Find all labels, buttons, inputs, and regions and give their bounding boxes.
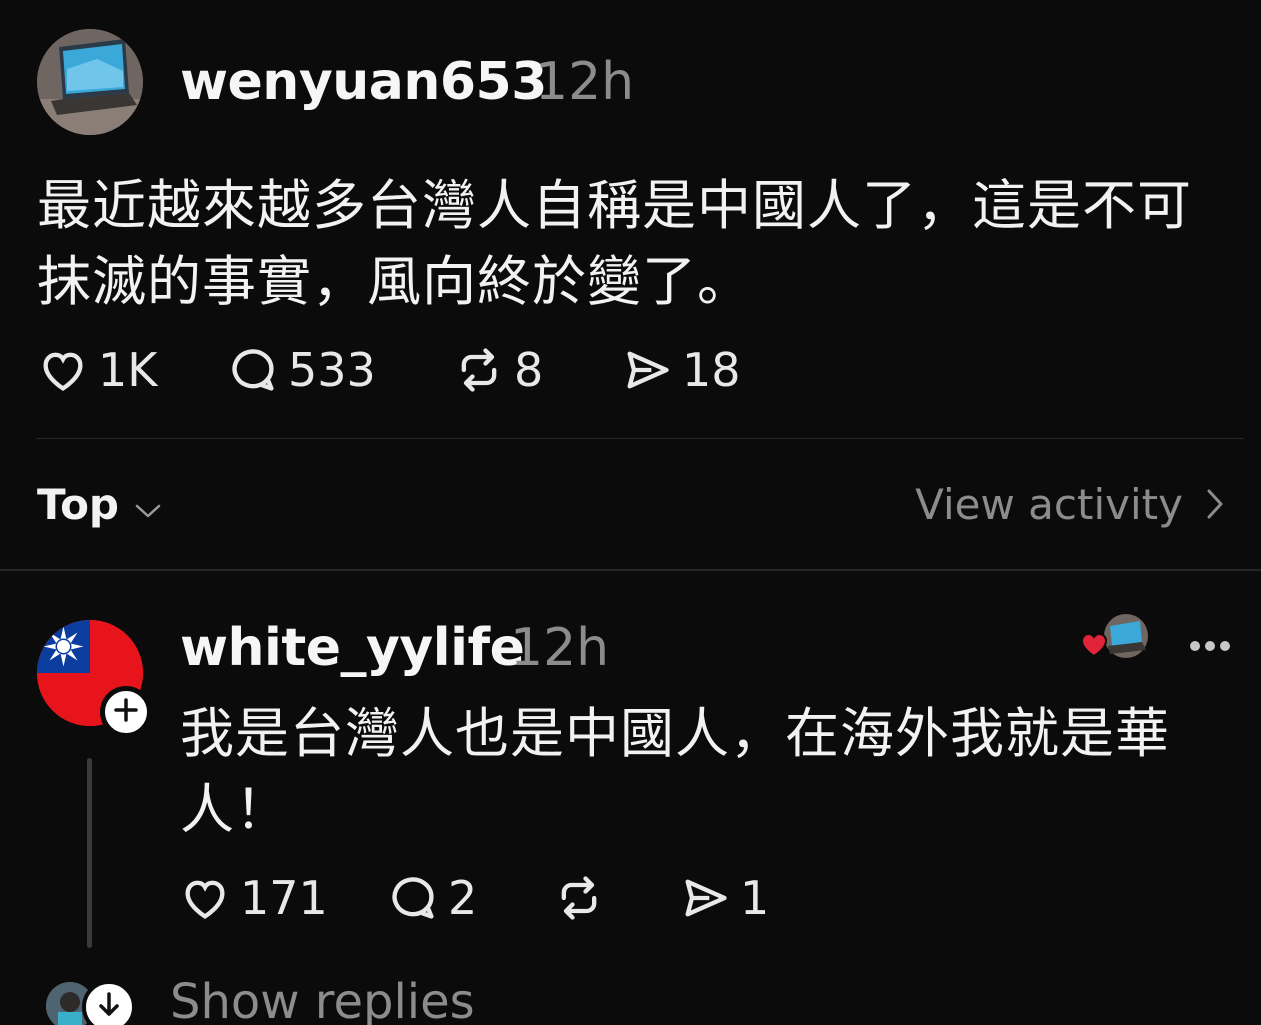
chevron-down-icon bbox=[133, 482, 163, 531]
share-button[interactable]: 18 bbox=[620, 342, 741, 398]
comment-icon bbox=[386, 872, 440, 924]
reply-timestamp: 12h bbox=[510, 618, 610, 678]
post-timestamp: 12h bbox=[535, 52, 635, 112]
like-count: 1K bbox=[98, 343, 158, 397]
reply-like-button[interactable]: 171 bbox=[178, 870, 386, 926]
reply-comment-button[interactable]: 2 bbox=[386, 870, 552, 926]
comment-icon bbox=[226, 344, 280, 396]
plus-icon bbox=[113, 697, 139, 727]
heart-icon bbox=[36, 344, 90, 396]
reply-repost-button[interactable] bbox=[552, 872, 678, 924]
show-replies-link[interactable]: Show replies bbox=[170, 972, 475, 1025]
post-actions: 1K 533 8 18 bbox=[36, 342, 741, 398]
reply-body: 我是台灣人也是中國人，在海外我就是華人！ bbox=[180, 702, 1170, 841]
expand-replies-badge[interactable] bbox=[82, 980, 136, 1025]
repost-icon bbox=[552, 872, 606, 924]
liked-by-author-indicator bbox=[1080, 612, 1152, 668]
divider bbox=[36, 438, 1244, 439]
reply-like-count: 171 bbox=[240, 871, 328, 925]
repost-button[interactable]: 8 bbox=[452, 342, 620, 398]
reply-username[interactable]: white_yylife bbox=[180, 618, 525, 678]
repost-icon bbox=[452, 344, 506, 396]
share-icon bbox=[678, 872, 732, 924]
arrow-down-icon bbox=[96, 991, 122, 1023]
post-body: 最近越來越多台灣人自稱是中國人了，這是不可抹滅的事實，風向終於變了。 bbox=[37, 174, 1192, 313]
comment-count: 533 bbox=[288, 343, 376, 397]
reply-actions: 171 2 1 bbox=[178, 870, 769, 926]
follow-button[interactable] bbox=[100, 686, 152, 738]
chevron-right-icon bbox=[1205, 482, 1225, 531]
thread-page: wenyuan653 12h 最近越來越多台灣人自稱是中國人了，這是不可抹滅的事… bbox=[0, 0, 1261, 1025]
share-count: 18 bbox=[682, 343, 741, 397]
comment-button[interactable]: 533 bbox=[226, 342, 452, 398]
view-activity-link[interactable]: View activity bbox=[915, 478, 1225, 531]
liked-by-author-icon bbox=[1080, 614, 1148, 658]
reply-share-count: 1 bbox=[740, 871, 770, 925]
repost-count: 8 bbox=[514, 343, 544, 397]
like-button[interactable]: 1K bbox=[36, 342, 226, 398]
sort-dropdown[interactable]: Top bbox=[37, 478, 163, 531]
reply-share-button[interactable]: 1 bbox=[678, 870, 769, 926]
share-icon bbox=[620, 344, 674, 396]
thread-line bbox=[87, 758, 92, 948]
post-author-avatar[interactable] bbox=[37, 29, 143, 135]
post-username[interactable]: wenyuan653 bbox=[180, 52, 547, 112]
view-activity-label: View activity bbox=[915, 480, 1183, 529]
reply-comment-count: 2 bbox=[448, 871, 478, 925]
heart-icon bbox=[178, 872, 232, 924]
laptop-photo bbox=[37, 29, 143, 135]
section-divider bbox=[0, 569, 1261, 571]
more-icon[interactable] bbox=[1188, 638, 1232, 658]
sort-label: Top bbox=[37, 480, 119, 529]
